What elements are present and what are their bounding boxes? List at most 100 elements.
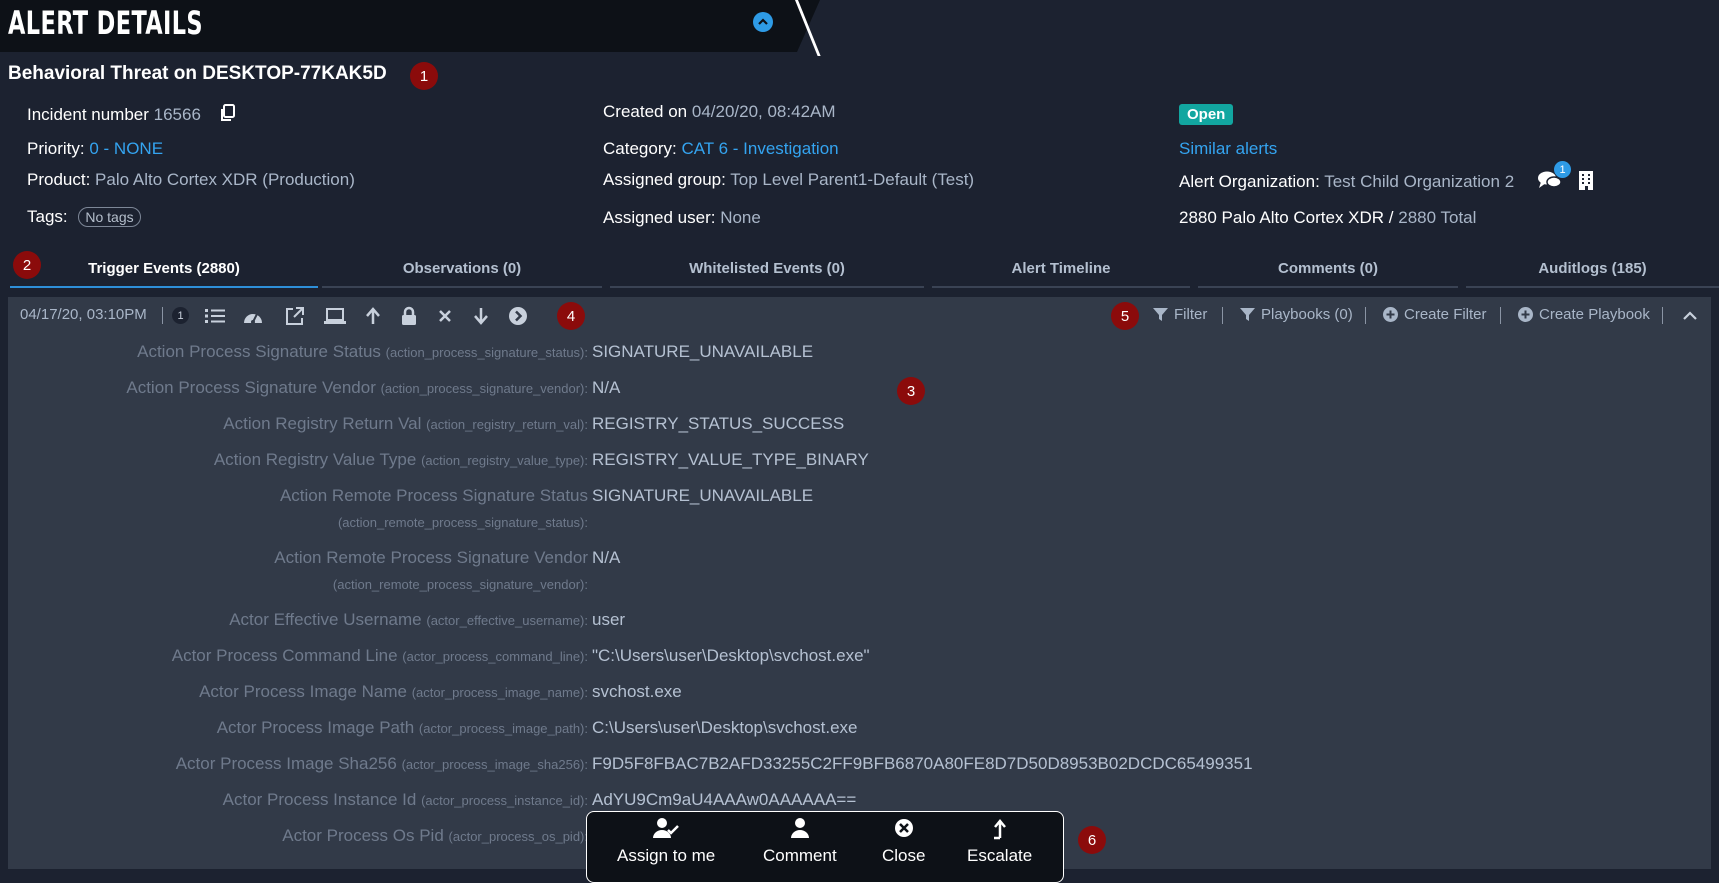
field-value: N/A xyxy=(592,548,621,567)
incident-number-label: Incident number xyxy=(27,104,149,124)
plus-circle-icon xyxy=(1383,307,1398,322)
tab-whitelisted-events[interactable]: Whitelisted Events (0) xyxy=(610,250,924,288)
product-value: Palo Alto Cortex XDR (Production) xyxy=(95,170,355,189)
dashboard-gauge-icon[interactable] xyxy=(242,305,264,327)
page-title: ALERT DETAILS xyxy=(8,4,203,42)
created-value: 04/20/20, 08:42AM xyxy=(691,102,836,121)
step-marker-1: 1 xyxy=(410,62,438,90)
created-row: Created on 04/20/20, 08:42AM xyxy=(603,102,836,122)
user-check-icon xyxy=(653,818,680,838)
assigned-user-row: Assigned user: None xyxy=(603,208,761,228)
product-row: Product: Palo Alto Cortex XDR (Productio… xyxy=(27,170,355,190)
field-value: REGISTRY_STATUS_SUCCESS xyxy=(592,414,845,433)
tags-row: Tags: No tags xyxy=(27,207,141,227)
collapse-toolbar-icon[interactable] xyxy=(1679,305,1701,327)
comment-button[interactable]: Comment xyxy=(763,818,837,866)
tags-label: Tags: xyxy=(27,207,68,226)
similar-alerts-link[interactable]: Similar alerts xyxy=(1179,139,1277,159)
create-filter-label: Create Filter xyxy=(1404,306,1487,323)
laptop-icon[interactable] xyxy=(324,305,346,327)
close-circle-icon xyxy=(894,819,913,837)
field-value: SIGNATURE_UNAVAILABLE xyxy=(592,486,814,505)
category-value[interactable]: CAT 6 - Investigation xyxy=(681,139,838,158)
filter-label: Filter xyxy=(1174,306,1208,323)
priority-value[interactable]: 0 - NONE xyxy=(89,139,163,158)
step-marker-5: 5 xyxy=(1111,302,1139,330)
filter-icon xyxy=(1153,308,1168,321)
priority-row: Priority: 0 - NONE xyxy=(27,139,163,159)
building-icon[interactable] xyxy=(1578,170,1596,192)
step-marker-2: 2 xyxy=(13,251,41,279)
lock-icon[interactable] xyxy=(398,305,420,327)
alert-organization-value: Test Child Organization 2 xyxy=(1324,172,1515,191)
toolbar-divider xyxy=(1365,307,1366,324)
collapse-details-button[interactable] xyxy=(753,12,773,32)
plus-circle-icon xyxy=(1518,307,1533,322)
tab-auditlogs[interactable]: Auditlogs (185) xyxy=(1466,250,1719,288)
chevron-up-icon xyxy=(758,18,768,25)
create-filter-button[interactable]: Create Filter xyxy=(1383,306,1487,323)
field-label: Actor Process Instance Id (actor_process… xyxy=(222,790,588,809)
toolbar-divider xyxy=(1662,307,1663,324)
status-badge: Open xyxy=(1179,104,1234,125)
field-value: "C:\Users\user\Desktop\svchost.exe" xyxy=(592,646,870,665)
comment-label: Comment xyxy=(763,846,837,865)
field-label: Actor Process Image Sha256 (actor_proces… xyxy=(175,754,588,773)
close-alert-button[interactable]: Close xyxy=(882,818,925,866)
escalate-button[interactable]: Escalate xyxy=(967,818,1032,866)
field-value: svchost.exe xyxy=(592,682,682,701)
playbooks-label: Playbooks (0) xyxy=(1261,306,1353,323)
playbooks-button[interactable]: Playbooks (0) xyxy=(1240,306,1353,323)
tag-chip[interactable]: No tags xyxy=(78,207,141,227)
event-count-total: 2880 Total xyxy=(1398,208,1477,227)
field-value: SIGNATURE_UNAVAILABLE xyxy=(592,342,814,361)
external-link-icon[interactable] xyxy=(284,305,306,327)
field-label: Action Process Signature Status (action_… xyxy=(137,342,588,361)
alert-action-bar: Assign to me Comment Close Escalate xyxy=(586,811,1064,883)
filter-button[interactable]: Filter xyxy=(1153,306,1207,323)
assign-to-me-button[interactable]: Assign to me xyxy=(617,818,715,866)
product-label: Product: xyxy=(27,170,91,189)
field-value: C:\Users\user\Desktop\svchost.exe xyxy=(592,718,858,737)
field-label: Actor Process Os Pid (actor_process_os_p… xyxy=(282,826,588,845)
arrow-up-icon[interactable] xyxy=(362,305,384,327)
field-label: Action Process Signature Vendor (action_… xyxy=(126,378,588,397)
copy-icon[interactable] xyxy=(220,104,236,127)
create-playbook-button[interactable]: Create Playbook xyxy=(1518,306,1650,323)
alert-organization-label: Alert Organization: xyxy=(1179,172,1320,191)
incident-number-row: Incident number 16566 xyxy=(27,104,236,127)
field-label: Action Registry Return Val (action_regis… xyxy=(223,414,588,433)
assign-to-me-label: Assign to me xyxy=(617,846,716,865)
category-label: Category: xyxy=(603,139,677,158)
event-details-grid: Action Process Signature Status (action_… xyxy=(8,334,1711,869)
toolbar-divider xyxy=(162,307,163,324)
tab-observations[interactable]: Observations (0) xyxy=(322,250,602,288)
alert-name: Behavioral Threat on DESKTOP-77KAK5D xyxy=(8,63,387,84)
tab-trigger-events[interactable]: Trigger Events (2880) xyxy=(10,250,318,288)
escalate-arrow-icon xyxy=(993,819,1006,840)
arrow-down-icon[interactable] xyxy=(470,305,492,327)
filter-icon xyxy=(1240,308,1255,321)
category-row: Category: CAT 6 - Investigation xyxy=(603,139,839,159)
step-marker-3: 3 xyxy=(897,377,925,405)
priority-label: Priority: xyxy=(27,139,85,158)
close-x-icon[interactable] xyxy=(434,305,456,327)
event-count-badge: 1 xyxy=(172,307,189,324)
alert-organization-row: Alert Organization: Test Child Organizat… xyxy=(1179,172,1514,192)
field-label: Actor Process Command Line (actor_proces… xyxy=(171,646,588,665)
toolbar-divider xyxy=(1500,307,1501,324)
close-label: Close xyxy=(882,846,926,865)
tab-alert-timeline[interactable]: Alert Timeline xyxy=(932,250,1190,288)
toolbar-divider xyxy=(1222,307,1223,324)
chevron-right-circle-icon[interactable] xyxy=(507,305,529,327)
assigned-group-label: Assigned group: xyxy=(603,170,726,189)
field-value: F9D5F8FBAC7B2AFD33255C2FF9BFB6870A80FE8D… xyxy=(592,754,1253,773)
assigned-user-value: None xyxy=(720,208,761,227)
event-date: 04/17/20, 03:10PM xyxy=(20,306,147,323)
event-count-row: 2880 Palo Alto Cortex XDR / 2880 Total xyxy=(1179,208,1476,228)
field-label: Actor Process Image Name (actor_process_… xyxy=(199,682,588,701)
tab-comments[interactable]: Comments (0) xyxy=(1198,250,1458,288)
field-value: AdYU9Cm9aU4AAAw0AAAAAA== xyxy=(592,790,857,809)
list-icon[interactable] xyxy=(204,305,226,327)
field-label: Actor Effective Username (actor_effectiv… xyxy=(229,610,588,629)
